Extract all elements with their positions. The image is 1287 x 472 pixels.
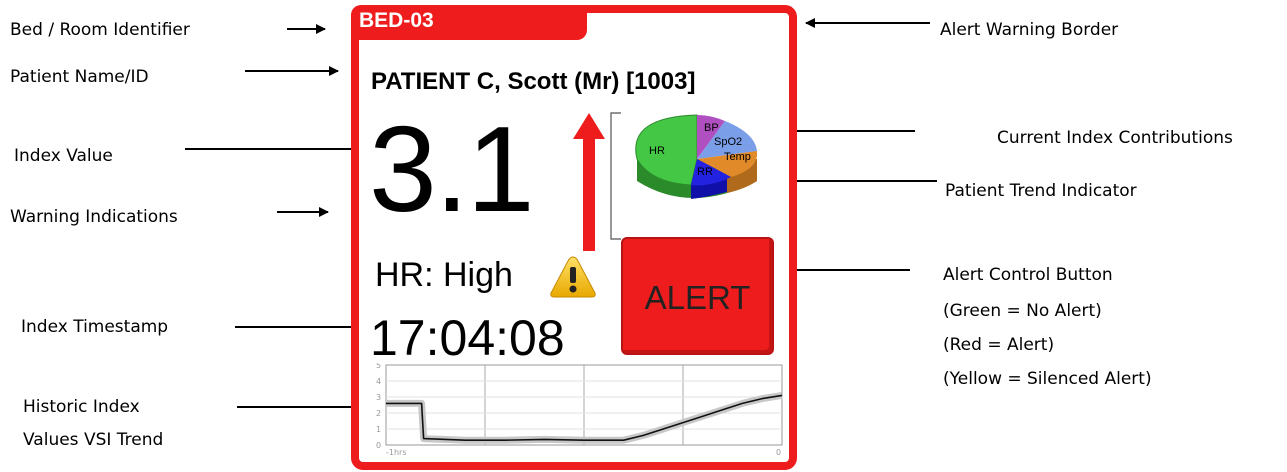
alert-warning-border: BED-03 PATIENT C, Scott (Mr) [1003] 3.1 … [351,5,797,470]
bed-tab: BED-03 [351,5,587,40]
history-x-start-label: -1hrs [386,448,407,457]
alert-button-label: ALERT [644,279,751,316]
history-y-tick-label: 4 [376,377,381,386]
history-y-tick-label: 5 [376,363,381,370]
index-value: 3.1 [369,101,535,237]
history-y-tick-label: 2 [376,409,381,418]
pie-label-hr: HR [649,145,665,157]
alert-control-button[interactable]: ALERT [621,237,774,355]
historic-index-chart: 5 4 3 2 1 0 -1hrs 0 [376,363,783,457]
pie-label-bp: BP [704,122,719,134]
bed-identifier: BED-03 [359,9,434,32]
patient-name: PATIENT C, Scott (Mr) [1003] [371,68,696,95]
history-y-tick-label: 1 [376,425,381,434]
index-contributions-pie: HR BP SpO2 Temp RR [610,112,757,240]
history-y-tick-label: 3 [376,393,381,402]
pie-label-spo2: SpO2 [714,136,742,148]
pie-label-rr: RR [697,166,713,178]
trend-up-arrow-icon [573,113,605,251]
warning-triangle-icon [550,256,596,298]
history-y-tick-label: 0 [376,441,381,450]
history-x-end-label: 0 [776,448,781,457]
pie-label-temp: Temp [724,151,751,163]
warning-text: HR: High [375,256,513,294]
index-timestamp: 17:04:08 [370,310,565,366]
